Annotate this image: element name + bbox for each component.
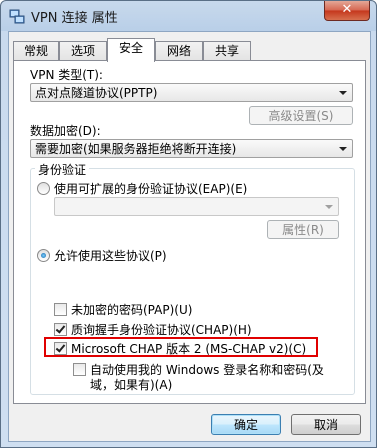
- auto-logon-checkbox[interactable]: [73, 363, 86, 376]
- ok-button[interactable]: 确定: [211, 414, 281, 435]
- vpn-type-select[interactable]: 点对点隧道协议(PPTP): [30, 83, 353, 102]
- mschapv2-checkbox[interactable]: [54, 342, 67, 355]
- pap-label: 未加密的密码(PAP)(U): [71, 303, 193, 317]
- eap-method-select[interactable]: [54, 197, 339, 216]
- title-bar[interactable]: VPN 连接 属性 ✕: [1, 1, 376, 31]
- properties-window: VPN 连接 属性 ✕ 常规 选项 安全 网络 共享 VPN 类型(T): 点对…: [0, 0, 377, 448]
- allow-protocols-label: 允许使用这些协议(P): [54, 249, 167, 263]
- vpn-type-label: VPN 类型(T):: [30, 68, 103, 82]
- allow-protocols-radio[interactable]: [37, 249, 50, 262]
- eap-radio[interactable]: [37, 182, 50, 195]
- advanced-settings-button[interactable]: 高级设置(S): [249, 106, 353, 125]
- auto-logon-label-line2: 域，如果有)(A): [90, 378, 173, 392]
- vpn-type-value: 点对点隧道协议(PPTP): [35, 86, 158, 100]
- close-icon: ✕: [341, 2, 353, 17]
- tab-security[interactable]: 安全: [107, 38, 155, 62]
- eap-radio-label: 使用可扩展的身份验证协议(EAP)(E): [54, 182, 248, 196]
- tab-networking[interactable]: 网络: [155, 41, 203, 61]
- mschapv2-label: Microsoft CHAP 版本 2 (MS-CHAP v2)(C): [71, 342, 307, 356]
- window-title: VPN 连接 属性: [31, 11, 118, 26]
- encryption-label: 数据加密(D):: [30, 124, 101, 138]
- security-panel: VPN 类型(T): 点对点隧道协议(PPTP) 高级设置(S) 数据加密(D)…: [13, 60, 366, 404]
- network-connection-icon: [9, 9, 25, 24]
- tab-general[interactable]: 常规: [13, 41, 59, 61]
- chevron-down-icon: [325, 205, 333, 209]
- encryption-select[interactable]: 需要加密(如果服务器拒绝将断开连接): [30, 139, 353, 158]
- close-button[interactable]: ✕: [324, 1, 370, 21]
- chevron-down-icon: [339, 147, 347, 151]
- tab-options[interactable]: 选项: [59, 41, 107, 61]
- dialog-body: 常规 选项 安全 网络 共享 VPN 类型(T): 点对点隧道协议(PPTP) …: [8, 31, 371, 442]
- chap-label: 质询握手身份验证协议(CHAP)(H): [71, 323, 252, 337]
- authentication-group-title: 身份验证: [35, 161, 90, 178]
- chap-checkbox[interactable]: [54, 323, 67, 336]
- encryption-value: 需要加密(如果服务器拒绝将断开连接): [35, 142, 237, 156]
- pap-checkbox[interactable]: [54, 303, 67, 316]
- cancel-button[interactable]: 取消: [291, 414, 361, 435]
- tab-sharing[interactable]: 共享: [203, 41, 251, 61]
- chevron-down-icon: [339, 91, 347, 95]
- eap-properties-button[interactable]: 属性(R): [267, 220, 339, 239]
